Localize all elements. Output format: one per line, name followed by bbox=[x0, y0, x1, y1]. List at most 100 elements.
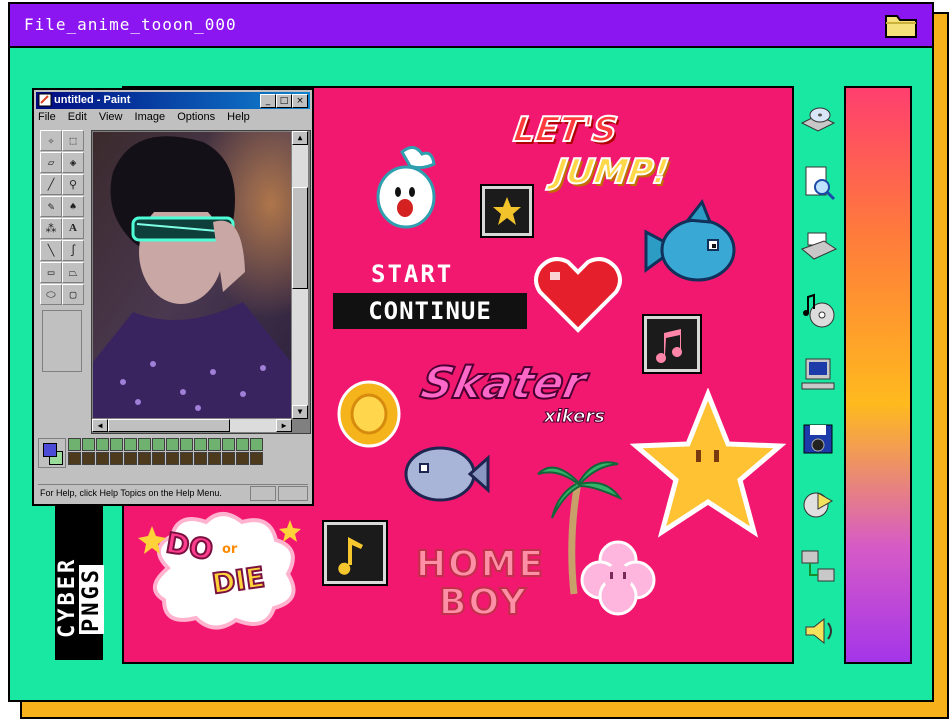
pencil-tool-icon[interactable]: ✎ bbox=[40, 196, 62, 217]
continue-menu-label: CONTINUE bbox=[333, 293, 527, 329]
curve-tool-icon[interactable]: ∫ bbox=[62, 240, 84, 261]
or-text: or bbox=[222, 542, 238, 557]
ellipse-tool-icon[interactable]: ⬭ bbox=[40, 284, 62, 305]
horizontal-scrollbar[interactable]: ◀ ▶ bbox=[92, 419, 292, 432]
palette-swatch[interactable] bbox=[82, 452, 95, 465]
paint-canvas-area[interactable]: ▲ ▼ ◀ ▶ bbox=[91, 130, 311, 434]
rounded-rect-tool-icon[interactable]: ▢ bbox=[62, 284, 84, 305]
paint-window: untitled - Paint _ □ × File Edit View Im… bbox=[32, 88, 314, 506]
speaker-icon[interactable] bbox=[798, 611, 838, 651]
menu-file[interactable]: File bbox=[38, 111, 56, 123]
vertical-scroll-thumb[interactable] bbox=[292, 187, 308, 289]
skater-logo-text: Skater bbox=[416, 357, 592, 410]
cyber-label-line2: PNGS bbox=[79, 565, 104, 634]
palette-swatch[interactable] bbox=[194, 438, 207, 451]
palette-swatch[interactable] bbox=[250, 438, 263, 451]
title-bar[interactable]: File_anime_tooon_000 bbox=[10, 4, 932, 48]
menu-image[interactable]: Image bbox=[135, 111, 166, 123]
paint-title: untitled - Paint bbox=[54, 94, 131, 106]
airbrush-tool-icon[interactable]: ⁂ bbox=[40, 218, 62, 239]
status-pos-panel bbox=[250, 486, 276, 501]
computer-icon[interactable] bbox=[798, 355, 838, 395]
palette-swatch[interactable] bbox=[110, 438, 123, 451]
pixel-coin-icon bbox=[337, 380, 401, 448]
text-tool-icon[interactable]: A bbox=[62, 218, 84, 239]
boy-sticker-text: BOY bbox=[438, 581, 528, 624]
media-player-icon[interactable] bbox=[798, 483, 838, 523]
vertical-scrollbar[interactable]: ▲ ▼ bbox=[292, 131, 308, 419]
tool-options-box[interactable] bbox=[42, 310, 82, 372]
eraser-tool-icon[interactable]: ▱ bbox=[40, 152, 62, 173]
current-colors[interactable] bbox=[38, 438, 66, 468]
palette-swatch[interactable] bbox=[194, 452, 207, 465]
cd-audio-icon[interactable] bbox=[798, 291, 838, 331]
palette-swatch[interactable] bbox=[222, 438, 235, 451]
window-title: File_anime_tooon_000 bbox=[24, 15, 237, 34]
status-size-panel bbox=[278, 486, 308, 501]
printer-icon[interactable] bbox=[798, 227, 838, 267]
folder-icon[interactable] bbox=[884, 11, 918, 39]
camera-disk-icon[interactable] bbox=[798, 419, 838, 459]
xikers-logo-text: xikers bbox=[544, 406, 606, 428]
horizontal-scroll-thumb[interactable] bbox=[108, 419, 230, 432]
palette-swatch[interactable] bbox=[82, 438, 95, 451]
paint-toolbox: ✧ ⬚ ▱ ◈ ╱ ⚲ ✎ ♠ ⁂ A ╲ ∫ ▭ ⏢ ⬭ ▢ bbox=[38, 130, 88, 430]
pixel-ghost-fish-icon bbox=[404, 446, 490, 502]
palette-swatch[interactable] bbox=[96, 438, 109, 451]
minimize-button[interactable]: _ bbox=[260, 94, 276, 108]
palette-swatch[interactable] bbox=[138, 452, 151, 465]
palette-swatch[interactable] bbox=[222, 452, 235, 465]
home-sticker-text: HOME bbox=[415, 543, 546, 586]
palette-swatch[interactable] bbox=[166, 438, 179, 451]
close-button[interactable]: × bbox=[292, 94, 308, 108]
cd-drive-icon[interactable] bbox=[798, 99, 838, 139]
palette-swatch[interactable] bbox=[208, 438, 221, 451]
scroll-left-arrow-icon[interactable]: ◀ bbox=[92, 419, 108, 432]
palette-swatch[interactable] bbox=[180, 438, 193, 451]
free-select-tool-icon[interactable]: ✧ bbox=[40, 130, 62, 151]
rectangle-tool-icon[interactable]: ▭ bbox=[40, 262, 62, 283]
pixel-fish-icon bbox=[644, 199, 736, 282]
palette-swatch[interactable] bbox=[138, 438, 151, 451]
winged-ghost-icon bbox=[376, 146, 436, 229]
palette-swatch[interactable] bbox=[250, 452, 263, 465]
palette-swatch[interactable] bbox=[96, 452, 109, 465]
pixel-clover-icon bbox=[580, 540, 656, 616]
palette-swatch[interactable] bbox=[68, 452, 81, 465]
fill-tool-icon[interactable]: ◈ bbox=[62, 152, 84, 173]
line-tool-icon[interactable]: ╲ bbox=[40, 240, 62, 261]
palette-swatch[interactable] bbox=[208, 452, 221, 465]
palette-swatch[interactable] bbox=[180, 452, 193, 465]
palette-swatch[interactable] bbox=[236, 438, 249, 451]
paint-title-bar[interactable]: untitled - Paint _ □ × bbox=[36, 92, 310, 109]
scroll-down-arrow-icon[interactable]: ▼ bbox=[292, 405, 308, 419]
palette-swatch[interactable] bbox=[68, 438, 81, 451]
palette-swatch[interactable] bbox=[124, 438, 137, 451]
gradient-panel bbox=[844, 86, 912, 664]
palette-swatch[interactable] bbox=[110, 452, 123, 465]
menu-help[interactable]: Help bbox=[227, 111, 250, 123]
brush-tool-icon[interactable]: ♠ bbox=[62, 196, 84, 217]
polygon-tool-icon[interactable]: ⏢ bbox=[62, 262, 84, 283]
rect-select-tool-icon[interactable]: ⬚ bbox=[62, 130, 84, 151]
magnifier-tool-icon[interactable]: ⚲ bbox=[62, 174, 84, 195]
maximize-button[interactable]: □ bbox=[276, 94, 292, 108]
palette-swatch[interactable] bbox=[152, 452, 165, 465]
color-picker-tool-icon[interactable]: ╱ bbox=[40, 174, 62, 195]
menu-options[interactable]: Options bbox=[177, 111, 215, 123]
status-bar: For Help, click Help Topics on the Help … bbox=[38, 484, 308, 502]
menu-view[interactable]: View bbox=[99, 111, 123, 123]
start-menu-label: START bbox=[371, 260, 454, 288]
palette-swatch[interactable] bbox=[124, 452, 137, 465]
palette-swatch[interactable] bbox=[236, 452, 249, 465]
menu-edit[interactable]: Edit bbox=[68, 111, 87, 123]
pixel-heart-icon bbox=[534, 257, 622, 333]
network-icon[interactable] bbox=[798, 547, 838, 587]
find-file-icon[interactable] bbox=[798, 163, 838, 203]
color-palette bbox=[38, 436, 308, 470]
star-block-icon bbox=[480, 184, 534, 238]
palette-swatch[interactable] bbox=[166, 452, 179, 465]
scroll-up-arrow-icon[interactable]: ▲ bbox=[292, 131, 308, 145]
palette-swatch[interactable] bbox=[152, 438, 165, 451]
scroll-right-arrow-icon[interactable]: ▶ bbox=[276, 419, 292, 432]
